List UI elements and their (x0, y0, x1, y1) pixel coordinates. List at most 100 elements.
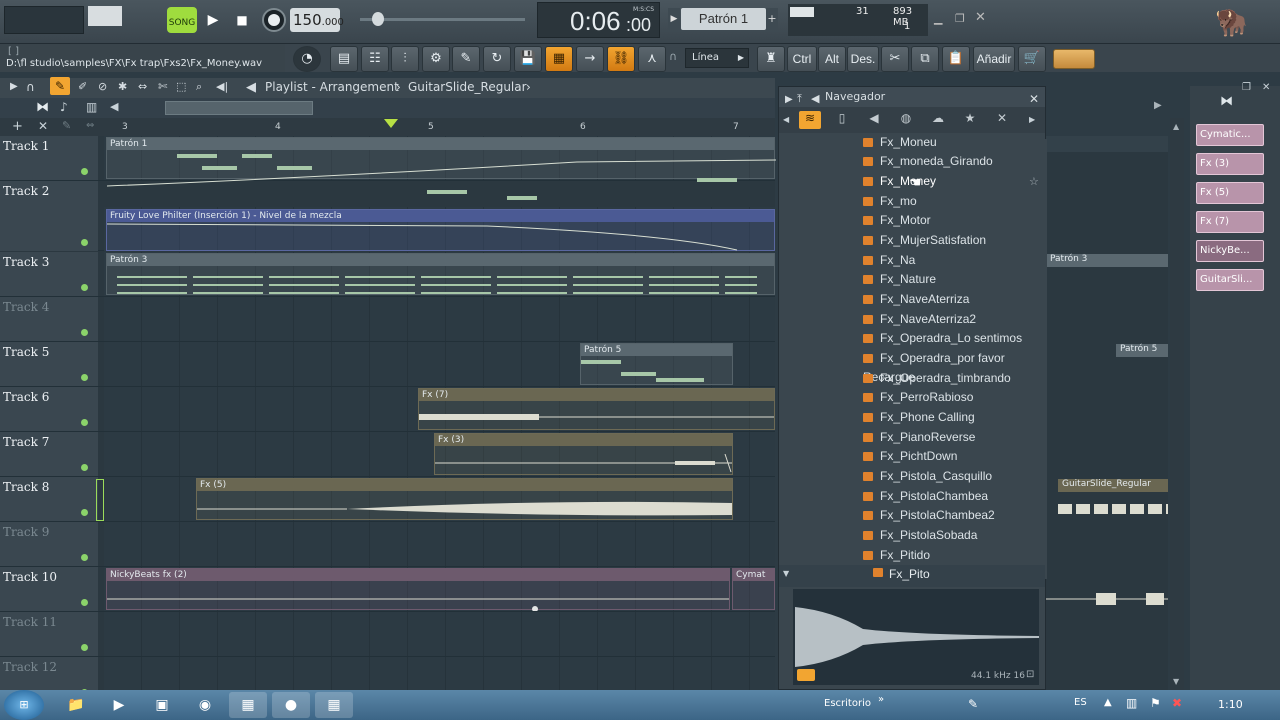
track-lane[interactable]: Patrón 1 (104, 136, 776, 200)
all-files-icon[interactable]: ≋ (799, 111, 821, 129)
link-icon[interactable]: ⛓ (607, 46, 635, 72)
file-item[interactable]: Fx_Phone Calling (863, 408, 975, 427)
edit-icon[interactable]: ✎ (62, 119, 71, 132)
select-tool-icon[interactable]: ⬚ (176, 80, 186, 93)
cloud-icon[interactable]: ☁ (927, 111, 949, 129)
clip-source-item[interactable]: Cymatic... (1196, 124, 1264, 146)
file-item[interactable]: Fx_Na (863, 251, 915, 270)
pattern-clip[interactable]: Patrón 5 (580, 343, 733, 385)
file-item[interactable]: Fx_Pitido (863, 546, 930, 565)
track-mute-icon[interactable] (81, 554, 88, 561)
deselect-button[interactable]: Des. (847, 46, 879, 72)
record-button[interactable] (262, 8, 286, 32)
track-mute-icon[interactable] (81, 509, 88, 516)
add-button[interactable]: Añadir (973, 46, 1015, 72)
file-item[interactable]: Fx_Operadra_por favor Recargue (863, 349, 1047, 384)
track-lane[interactable]: Patrón 3 (104, 252, 775, 296)
alt-button[interactable]: Alt (818, 46, 846, 72)
snap-select[interactable]: Línea ▶ (685, 48, 749, 68)
zoom-icon[interactable]: ⇔ (86, 120, 94, 131)
track-lane[interactable]: Fx (7) (104, 387, 775, 431)
track-mute-icon[interactable] (81, 599, 88, 606)
track-mute-icon[interactable] (81, 168, 88, 175)
start-button[interactable]: ⊞ (4, 690, 44, 720)
language-indicator[interactable]: ES (1074, 697, 1087, 708)
track-mute-icon[interactable] (81, 419, 88, 426)
save-icon[interactable]: 💾 (514, 46, 542, 72)
file-item[interactable]: Fx_Operadra_Lo sentimos (863, 329, 1022, 348)
pan-knob-icon[interactable]: ◔ (293, 46, 321, 72)
track-mute-icon[interactable] (81, 239, 88, 246)
ctrl-button[interactable]: Ctrl (787, 46, 817, 72)
playlist-menu-arrow-icon[interactable]: ▶ (10, 81, 18, 92)
tempo-display[interactable]: 150.000 (290, 8, 344, 32)
speaker-icon[interactable]: ◀ (811, 89, 819, 109)
audio-clip[interactable]: Fx (3) (434, 433, 733, 475)
network-icon[interactable]: ▥ (1126, 696, 1137, 710)
track-mute-icon[interactable] (81, 464, 88, 471)
recorder-icon[interactable]: ▦ (315, 692, 353, 718)
file-item[interactable]: Fx_PistolaSobada (863, 526, 977, 545)
audio-clip[interactable]: Fx (5) (196, 478, 733, 520)
file-item[interactable]: Fx_MujerSatisfation (863, 231, 986, 250)
scroll-left-icon[interactable]: ◀ (110, 100, 118, 113)
zoom-tool-icon[interactable]: ⌕ (196, 80, 202, 94)
desktop-label[interactable]: Escritorio (824, 698, 871, 709)
file-item[interactable]: Fx_moneda_Girando (863, 152, 993, 171)
scroll-right-icon[interactable]: ▶ (1154, 100, 1162, 111)
vertical-scrollbar[interactable]: ▲ ▼ (1170, 118, 1184, 690)
browser-icon[interactable]: ✎ (452, 46, 480, 72)
playlist-view-icon[interactable]: ▦ (545, 46, 573, 72)
playback-tool-icon[interactable]: ◀| (216, 80, 228, 93)
song-mode-toggle[interactable]: SONG (167, 7, 197, 33)
pattern-clip[interactable]: Patrón 3 (106, 253, 775, 295)
clip-source-item[interactable]: NickyBe... (1196, 240, 1264, 262)
piano-roll-icon[interactable]: ⫶ (391, 46, 419, 72)
audio-clip[interactable]: Fx (7) (418, 388, 775, 430)
master-pitch-slider[interactable] (360, 12, 525, 26)
tracks-icon[interactable]: ⧓ (36, 100, 49, 115)
instrument-icon[interactable]: ♪ (60, 100, 68, 114)
app-icon[interactable]: ▣ (143, 692, 181, 718)
sample-preview[interactable]: 44.1 kHz 16 ⊡ (793, 589, 1039, 685)
audio-clip[interactable]: Cymat (732, 568, 775, 610)
file-item-selected[interactable]: Fx_Money (863, 172, 936, 191)
favorite-star-icon[interactable]: ☆ (1029, 175, 1039, 188)
copy-icon[interactable]: ⧉ (911, 46, 939, 72)
clip-source-item[interactable]: GuitarSli... (1196, 269, 1264, 291)
tray-arrow-icon[interactable]: ▲ (1104, 697, 1112, 708)
current-project-icon[interactable]: ▯ (831, 111, 853, 129)
file-item[interactable]: Fx_Motor (863, 211, 931, 230)
news-button[interactable] (1053, 49, 1095, 69)
favorites-icon[interactable]: ★ (959, 111, 981, 129)
track-lane[interactable] (104, 297, 775, 341)
clear-icon[interactable]: ✕ (991, 111, 1013, 129)
track-lane[interactable] (104, 612, 775, 656)
clip-source-item[interactable]: Fx (7) (1196, 211, 1264, 233)
restore-icon[interactable]: ❐ (955, 12, 967, 25)
explorer-icon[interactable]: 📁 (57, 692, 95, 718)
draw-tool-icon[interactable]: ✎ (50, 77, 70, 95)
file-item[interactable]: Fx_PerroRabioso (863, 388, 973, 407)
plugin-database-icon[interactable]: ◀ (863, 111, 885, 129)
metronome-icon[interactable]: ♜ (757, 46, 785, 72)
file-item[interactable]: Fx_PianoReverse (863, 428, 975, 447)
pattern-prev-button[interactable]: ▶ (668, 8, 680, 30)
timeline-ruler[interactable]: + ✕ ✎ ⇔ 3 4 5 6 7 (0, 118, 775, 136)
track-mute-icon[interactable] (81, 644, 88, 651)
collapse-icon[interactable]: ▼ (783, 569, 789, 578)
channel-rack-icon[interactable]: ☷ (361, 46, 389, 72)
pattern-add-button[interactable]: + (766, 8, 778, 30)
file-item[interactable]: Fx_PistolaChambea2 (863, 506, 995, 525)
loop-icon[interactable]: ↻ (483, 46, 511, 72)
close-icon[interactable]: ✕ (975, 10, 987, 25)
clip-source-item[interactable]: Fx (5) (1196, 182, 1264, 204)
delete-tool-icon[interactable]: ⊘ (98, 80, 107, 93)
globe-icon[interactable]: ◍ (895, 111, 917, 129)
next-icon[interactable]: ▶ (1029, 115, 1035, 124)
plugin-icon[interactable]: ⚙ (422, 46, 450, 72)
track-mute-icon[interactable] (81, 374, 88, 381)
arrow-right-icon[interactable]: → (576, 46, 604, 72)
play-button[interactable]: ▶ (201, 7, 225, 33)
step-icon[interactable]: ⋏ (638, 46, 666, 72)
